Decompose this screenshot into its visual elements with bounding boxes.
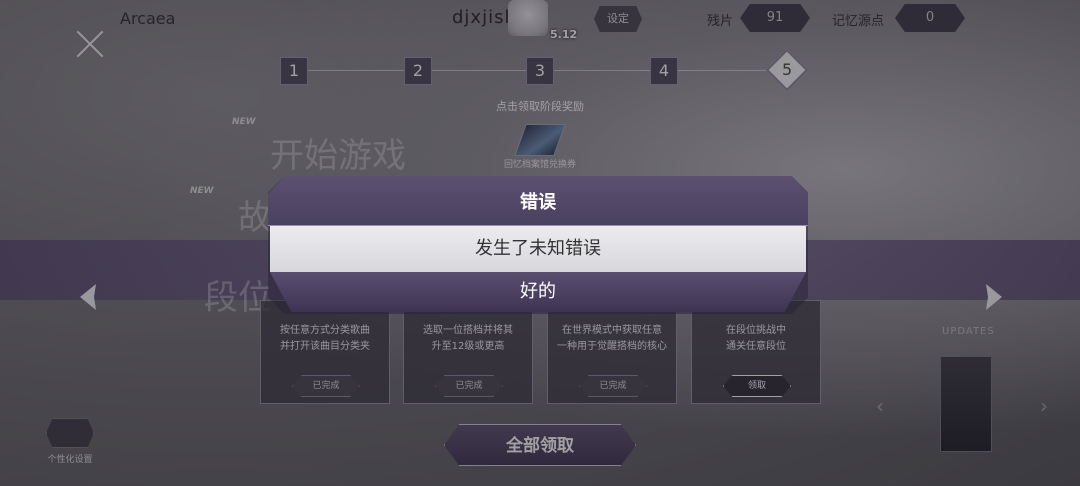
dialog-title: 错误	[520, 192, 556, 213]
dialog-message: 发生了未知错误	[270, 226, 806, 272]
ok-button[interactable]: 好的	[270, 272, 806, 312]
